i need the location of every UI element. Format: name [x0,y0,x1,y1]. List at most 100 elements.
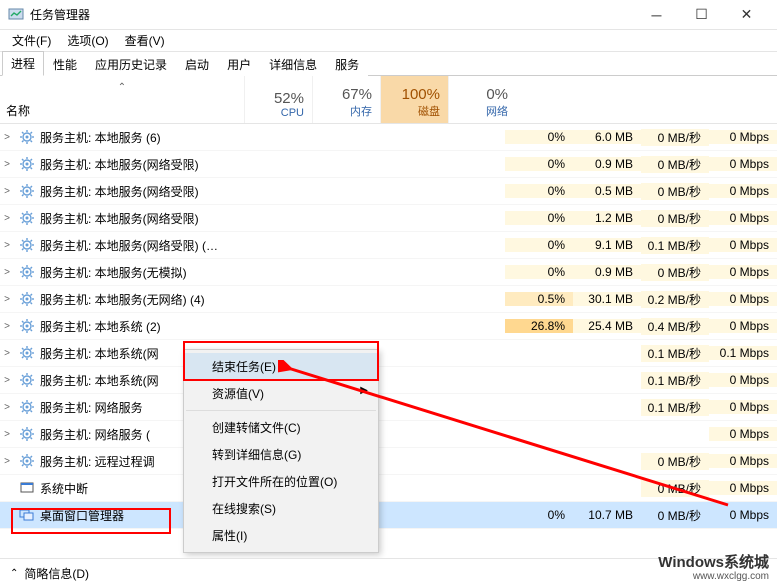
cell-network: 0.1 Mbps [709,346,777,360]
menu-view[interactable]: 查看(V) [117,30,173,51]
process-icon [18,371,36,389]
process-icon [18,506,36,524]
minimize-button[interactable]: ─ [634,1,679,29]
process-icon [18,182,36,200]
expand-icon[interactable]: > [0,456,14,467]
table-row[interactable]: > 服务主机: 本地服务(无网络) (4)0.5%30.1 MB0.2 MB/秒0… [0,286,777,313]
table-row[interactable]: >服务主机: 本地服务(无模拟)0%0.9 MB0 MB/秒0 Mbps [0,259,777,286]
cell-network: 0 Mbps [709,292,777,306]
table-row[interactable]: > 服务主机: 本地系统 (2)26.8%25.4 MB0.4 MB/秒0 Mbp… [0,313,777,340]
process-icon [18,236,36,254]
process-name: 服务主机: 本地服务(网络受限) [40,183,505,200]
col-memory[interactable]: 67% 内存 [312,76,380,123]
expand-icon[interactable]: > [0,186,14,197]
collapse-icon[interactable]: ⌃ [10,568,18,579]
cell-disk: 0 MB/秒 [641,264,709,281]
window-title: 任务管理器 [30,6,634,23]
expand-icon[interactable]: > [0,240,14,251]
expand-icon[interactable]: > [0,294,14,305]
menu-file[interactable]: 文件(F) [4,30,59,51]
tab-details[interactable]: 详细信息 [260,52,326,76]
cell-disk: 0.4 MB/秒 [641,318,709,335]
col-network[interactable]: 0% 网络 [448,76,516,123]
process-name: 服务主机: 本地系统 (2) [40,318,505,335]
process-icon [18,398,36,416]
process-icon [18,452,36,470]
cell-disk: 0 MB/秒 [641,129,709,146]
tab-performance[interactable]: 性能 [44,52,86,76]
brief-info-link[interactable]: 简略信息(D) [24,565,89,582]
cell-network: 0 Mbps [709,265,777,279]
expand-icon[interactable]: > [0,321,14,332]
expand-icon[interactable]: > [0,159,14,170]
cell-memory: 0.9 MB [573,157,641,171]
col-disk[interactable]: 100% 磁盘 [380,76,448,123]
expand-icon[interactable]: > [0,132,14,143]
process-icon [18,425,36,443]
col-cpu[interactable]: 52% CPU [244,76,312,123]
expand-icon[interactable]: > [0,348,14,359]
process-icon [18,479,36,497]
tab-processes[interactable]: 进程 [2,51,44,76]
menu-options[interactable]: 选项(O) [59,30,116,51]
tab-app-history[interactable]: 应用历史记录 [86,52,176,76]
process-icon [18,209,36,227]
process-name: 服务主机: 本地服务(无网络) (4) [40,291,505,308]
cell-network: 0 Mbps [709,319,777,333]
tab-services[interactable]: 服务 [326,52,368,76]
cell-memory: 30.1 MB [573,292,641,306]
cell-network: 0 Mbps [709,130,777,144]
table-row[interactable]: > 服务主机: 本地服务 (6)0%6.0 MB0 MB/秒0 Mbps [0,124,777,151]
expand-icon[interactable]: > [0,429,14,440]
cell-network: 0 Mbps [709,211,777,225]
table-row[interactable]: >服务主机: 本地服务(网络受限) (…0%9.1 MB0.1 MB/秒0 Mb… [0,232,777,259]
process-name: 服务主机: 本地服务(网络受限) [40,210,505,227]
cell-memory: 25.4 MB [573,319,641,333]
tab-users[interactable]: 用户 [218,52,260,76]
process-icon [18,128,36,146]
sort-indicator-icon: ⌃ [118,82,126,93]
expand-icon[interactable]: > [0,375,14,386]
cell-cpu: 26.8% [505,319,573,333]
cell-cpu: 0.5% [505,292,573,306]
cell-cpu: 0% [505,238,573,252]
cell-disk: 0.1 MB/秒 [641,237,709,254]
col-name[interactable]: ⌃ 名称 [0,76,244,123]
process-name: 服务主机: 本地服务 (6) [40,129,505,146]
process-icon [18,155,36,173]
menubar: 文件(F) 选项(O) 查看(V) [0,30,777,52]
titlebar: 任务管理器 ─ ☐ ✕ [0,0,777,30]
close-button[interactable]: ✕ [724,1,769,29]
watermark: Windows系统城 www.wxclgg.com [658,555,769,583]
expand-icon[interactable]: > [0,267,14,278]
table-row[interactable]: > 服务主机: 本地服务(网络受限)0%0.9 MB0 MB/秒0 Mbps [0,151,777,178]
expand-icon[interactable]: > [0,213,14,224]
cell-network: 0 Mbps [709,157,777,171]
cell-disk: 0.2 MB/秒 [641,291,709,308]
cell-cpu: 0% [505,184,573,198]
cell-disk: 0 MB/秒 [641,156,709,173]
cell-disk: 0 MB/秒 [641,210,709,227]
maximize-button[interactable]: ☐ [679,1,724,29]
cell-disk: 0.1 MB/秒 [641,345,709,362]
cell-cpu: 0% [505,211,573,225]
process-name: 服务主机: 本地服务(网络受限) [40,156,505,173]
process-name: 服务主机: 本地服务(无模拟) [40,264,505,281]
process-icon [18,344,36,362]
ctx-properties[interactable]: 属性(I) [184,522,378,549]
tab-startup[interactable]: 启动 [176,52,218,76]
app-icon [8,7,24,23]
cell-network: 0 Mbps [709,184,777,198]
cell-memory: 0.9 MB [573,265,641,279]
cell-cpu: 0% [505,157,573,171]
process-icon [18,263,36,281]
expand-icon[interactable]: > [0,402,14,413]
table-row[interactable]: > 服务主机: 本地服务(网络受限)0%0.5 MB0 MB/秒0 Mbps [0,178,777,205]
process-icon [18,317,36,335]
cell-memory: 0.5 MB [573,184,641,198]
table-row[interactable]: >服务主机: 本地服务(网络受限)0%1.2 MB0 MB/秒0 Mbps [0,205,777,232]
cell-cpu: 0% [505,130,573,144]
cell-memory: 6.0 MB [573,130,641,144]
cell-disk: 0 MB/秒 [641,183,709,200]
cell-memory: 9.1 MB [573,238,641,252]
